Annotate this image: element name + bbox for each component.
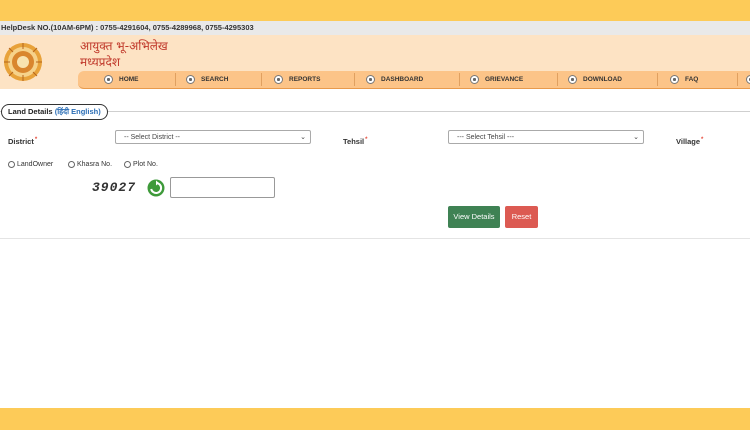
nav-item-dashboard[interactable]: DASHBOARD xyxy=(366,71,423,88)
nav-item-reports[interactable]: REPORTS xyxy=(274,71,320,88)
nav-item-faq[interactable]: FAQ xyxy=(670,71,698,88)
nav-label: REPORTS xyxy=(289,76,321,83)
content-divider xyxy=(0,238,750,239)
district-select-value: -- Select District -- xyxy=(124,134,180,141)
nav-divider xyxy=(557,73,558,86)
grievance-icon xyxy=(470,75,479,84)
nav-label: DOWNLOAD xyxy=(583,76,622,83)
bottom-band xyxy=(0,408,750,430)
radio-circle xyxy=(124,161,131,168)
nav-item-download[interactable]: DOWNLOAD xyxy=(568,71,622,88)
radio-label: LandOwner xyxy=(17,161,54,168)
nav-divider xyxy=(354,73,355,86)
download-icon xyxy=(568,75,577,84)
nav-label: HOME xyxy=(119,76,139,83)
home-icon xyxy=(104,75,113,84)
lang-hindi-link[interactable]: हिंदी xyxy=(57,107,69,116)
faq-icon xyxy=(670,75,679,84)
captcha-input[interactable] xyxy=(170,177,275,198)
district-select[interactable]: -- Select District -- ⌄ xyxy=(115,130,311,144)
village-label-text: Village xyxy=(676,137,701,146)
view-details-button[interactable]: View Details xyxy=(448,206,500,228)
main-nav: HOME SEARCH REPORTS DASHBOARD GRIEVANCE … xyxy=(78,71,750,89)
required-mark: * xyxy=(365,137,368,143)
reset-button[interactable]: Reset xyxy=(505,206,538,228)
tehsil-select-value: --- Select Tehsil --- xyxy=(457,134,515,141)
refresh-icon[interactable] xyxy=(147,179,165,197)
nav-item-grievance[interactable]: GRIEVANCE xyxy=(470,71,523,88)
nav-divider xyxy=(459,73,460,86)
helpdesk-bar: HelpDesk NO.(10AM-6PM) : 0755-4291604, 0… xyxy=(0,21,750,35)
tehsil-label-text: Tehsil xyxy=(343,137,365,146)
required-mark: * xyxy=(701,137,704,143)
district-label-text: District xyxy=(8,137,34,146)
tab-land-details[interactable]: Land Details (हिंदी English) xyxy=(1,104,108,120)
radio-label: Khasra No. xyxy=(77,161,113,168)
nav-label: FAQ xyxy=(685,76,699,83)
chevron-down-icon: ⌄ xyxy=(300,134,306,141)
lang-english-link[interactable]: English xyxy=(71,107,98,116)
top-band xyxy=(0,0,750,21)
captcha-image: 39027 xyxy=(92,180,137,195)
radio-circle xyxy=(8,161,15,168)
reports-icon xyxy=(274,75,283,84)
header-title-line1: आयुक्त भू-अभिलेख xyxy=(80,39,168,53)
tab-underline xyxy=(0,111,750,112)
village-label: Village* xyxy=(676,137,703,146)
more-icon xyxy=(746,75,750,84)
tab-label: Land Details xyxy=(8,107,53,116)
search-icon xyxy=(186,75,195,84)
nav-item-more[interactable] xyxy=(746,71,750,88)
nav-label: DASHBOARD xyxy=(381,76,424,83)
radio-plot[interactable]: Plot No. xyxy=(124,161,158,168)
tehsil-select[interactable]: --- Select Tehsil --- ⌄ xyxy=(448,130,644,144)
nav-divider xyxy=(737,73,738,86)
nav-divider xyxy=(175,73,176,86)
nav-item-home[interactable]: HOME xyxy=(104,71,139,88)
radio-label: Plot No. xyxy=(133,161,158,168)
radio-circle xyxy=(68,161,75,168)
nav-item-search[interactable]: SEARCH xyxy=(186,71,228,88)
nav-label: GRIEVANCE xyxy=(485,76,524,83)
chevron-down-icon: ⌄ xyxy=(633,134,639,141)
radio-landowner[interactable]: LandOwner xyxy=(8,161,53,168)
district-label: District* xyxy=(8,137,37,146)
header-title-line2: मध्यप्रदेश xyxy=(80,55,121,69)
required-mark: * xyxy=(34,137,38,143)
dashboard-icon xyxy=(366,75,375,84)
nav-divider xyxy=(261,73,262,86)
nav-divider xyxy=(657,73,658,86)
nav-label: SEARCH xyxy=(201,76,229,83)
mp-emblem-logo[interactable] xyxy=(3,41,43,83)
radio-khasra[interactable]: Khasra No. xyxy=(68,161,112,168)
tehsil-label: Tehsil* xyxy=(343,137,367,146)
